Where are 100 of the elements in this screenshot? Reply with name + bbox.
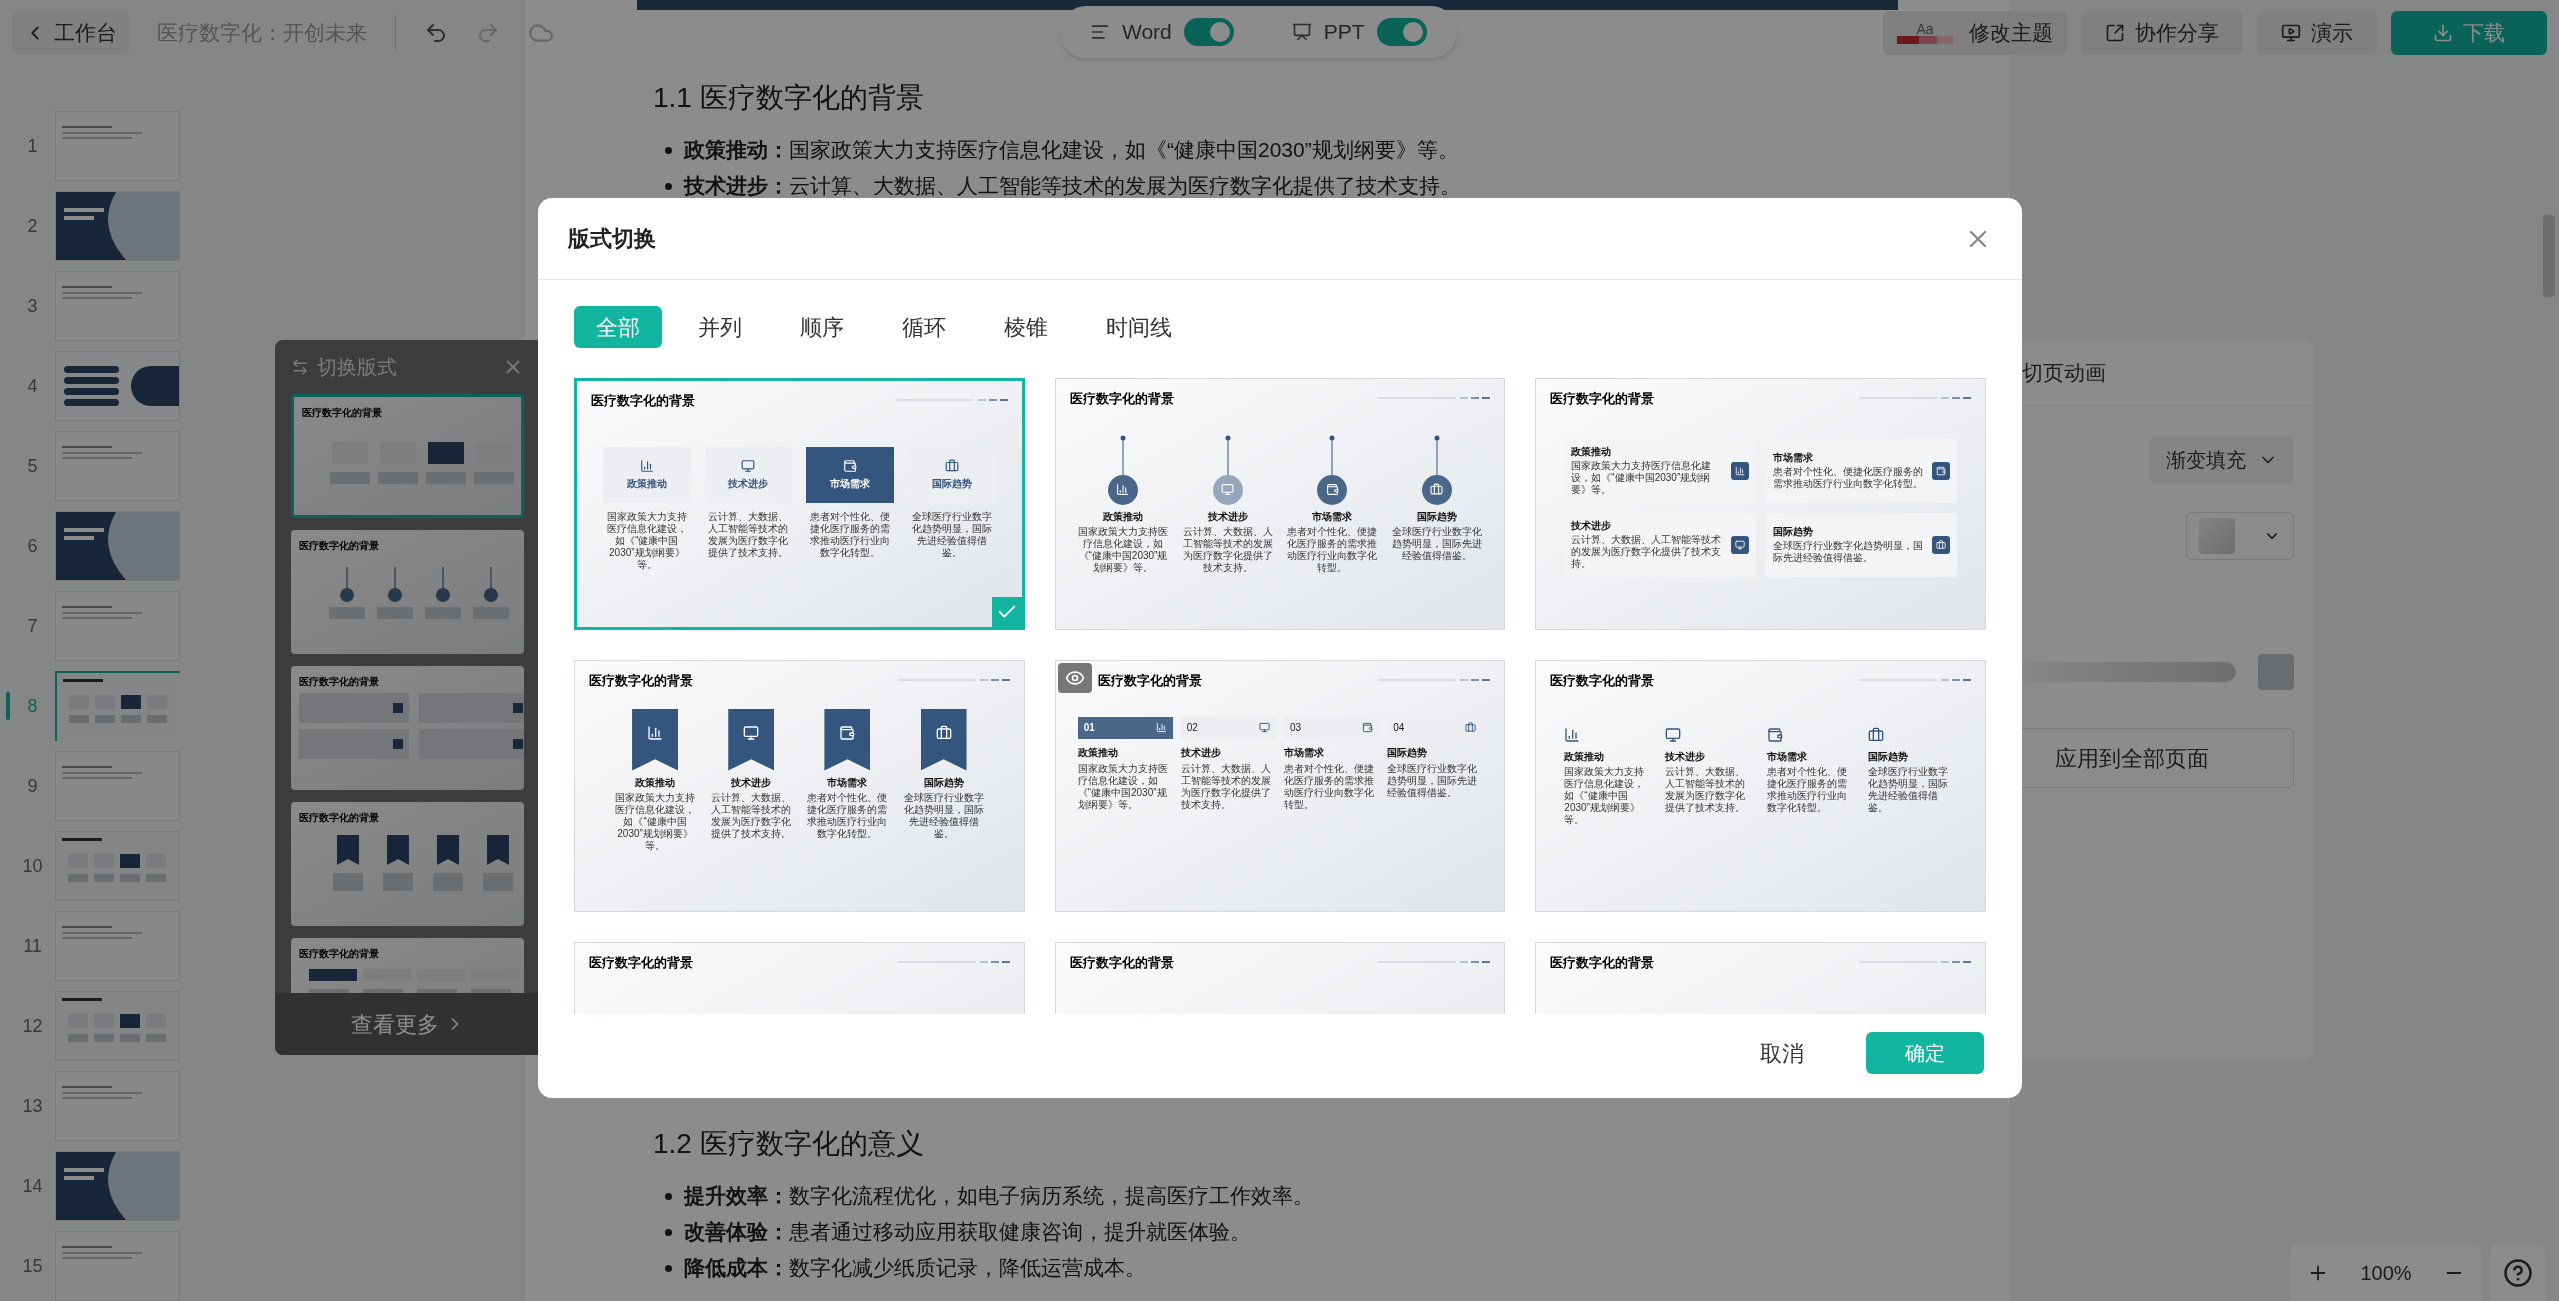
item-label: 政策推动 xyxy=(1077,746,1119,759)
slide-title: 医疗数字化的背景 xyxy=(299,947,380,961)
toggle-switch[interactable] xyxy=(1376,18,1427,46)
slide-number: 13 xyxy=(21,1094,44,1118)
document-icon xyxy=(1090,22,1110,42)
layout-option[interactable]: 医疗数字化的背景 政策推动 国家政策大力支持医疗信息化建设，如《“健康中国2030”规划纲要》等。 技术进步 云计算、大数据、人工智能等技术的发展为医疗数字化提供了技术支持。 市场需求 患者对个性化、便捷化医疗服务的需求推动医疗行业向数字化转型。 国际趋势 全球医疗行业数字化趋势明显，国际先进经验值得借鉴。 xyxy=(574,660,1025,912)
briefcase-icon xyxy=(944,459,959,473)
check-icon xyxy=(991,597,1022,627)
layout-option[interactable]: 医疗数字化的背景 01 政策推动 国家政策大力支持医疗信息化建设，如《“健康中国2030”规划纲要》等。 02 技术进步 云计算、大数据、人工智能等技术的发展为医疗数字化提供了技术支持。 03 市场需求 患者对个性化、便捷化医疗服务的需求推动医疗行业向数字化转型。 04 国际趋势 全球医疗行业数字化趋势明显，国际先进经验值得借鉴。 xyxy=(1054,660,1506,912)
wallet-icon xyxy=(843,459,858,473)
eye-icon[interactable] xyxy=(1057,663,1092,693)
slide-title: 医疗数字化的背景 xyxy=(589,954,693,972)
item-description: 患者对个性化、便捷化医疗服务的需求推动医疗行业向数字化转型。 xyxy=(1284,762,1375,811)
slide-title: 医疗数字化的背景 xyxy=(302,406,383,420)
item-description: 全球医疗行业数字化趋势明显，国际先进经验值得借鉴。 xyxy=(903,791,984,840)
item-label: 技术进步 xyxy=(728,478,769,490)
item-description: 全球医疗行业数字化趋势明显，国际先进经验值得借鉴。 xyxy=(1387,762,1479,799)
item-description: 云计算、大数据、人工智能等技术的发展为医疗数字化提供了技术支持。 xyxy=(1665,765,1747,814)
item-label: 技术进步 xyxy=(1571,519,1613,532)
pin-line-drawing xyxy=(1224,434,1231,475)
item-description: 全球医疗行业数字化趋势明显，国际先进经验值得借鉴。 xyxy=(1867,765,1949,814)
cancel-button[interactable]: 取消 xyxy=(1738,1032,1826,1074)
layout-option[interactable]: 医疗数字化的背景 xyxy=(574,942,1025,1014)
slides-icon xyxy=(1291,22,1312,42)
wallet-icon xyxy=(839,724,856,741)
filter-tab[interactable]: 顺序 xyxy=(778,306,866,348)
item-label: 政策推动 xyxy=(1571,445,1613,458)
download-icon xyxy=(2433,23,2453,43)
briefcase-icon xyxy=(1465,722,1477,733)
toolbar-button[interactable]: 协作分享 xyxy=(2081,11,2243,55)
slide-number: 9 xyxy=(26,774,39,798)
zoom-level: 100% xyxy=(2360,1261,2412,1286)
item-number: 01 xyxy=(1083,721,1095,735)
back-button[interactable]: 工作台 xyxy=(12,11,129,55)
layout-thumbnail[interactable]: 医疗数字化的背景 xyxy=(291,394,524,518)
slide-number: 4 xyxy=(26,374,39,398)
slide-number: 2 xyxy=(26,214,39,238)
item-description: 云计算、大数据、人工智能等技术的发展为医疗数字化提供了技术支持。 xyxy=(1571,533,1723,570)
slide-title: 医疗数字化的背景 xyxy=(1550,672,1655,690)
layout-thumbnail[interactable]: 医疗数字化的背景 xyxy=(291,530,524,654)
item-description: 患者对个性化、便捷化医疗服务的需求推动医疗行业向数字化转型。 xyxy=(1772,465,1924,490)
color-swatch xyxy=(2199,518,2235,554)
item-description: 患者对个性化、便捷化医疗服务的需求推动医疗行业向数字化转型。 xyxy=(1766,765,1848,814)
slide-number: 7 xyxy=(26,614,39,638)
item-label: 国际趋势 xyxy=(1417,510,1457,523)
layout-option[interactable]: 医疗数字化的背景 xyxy=(1054,942,1506,1014)
view-more-button[interactable]: 查看更多 xyxy=(275,993,540,1055)
bullet-text: 降低成本：数字化减少纸质记录，降低运营成本。 xyxy=(684,1255,1146,1282)
chart-icon xyxy=(647,724,664,741)
item-label: 市场需求 xyxy=(1312,510,1353,523)
filter-tab[interactable]: 棱锥 xyxy=(982,306,1070,348)
item-label: 国际趋势 xyxy=(931,478,972,490)
monitor-icon xyxy=(1665,726,1682,743)
mode-label: PPT xyxy=(1323,19,1365,46)
item-label: 政策推动 xyxy=(626,478,667,490)
item-label: 市场需求 xyxy=(827,776,868,789)
toggle-switch[interactable] xyxy=(1183,18,1234,46)
item-label: 技术进步 xyxy=(1180,746,1222,759)
layout-option[interactable]: 医疗数字化的背景 政策推动 国家政策大力支持医疗信息化建设，如《“健康中国2030”规划纲要》等。 技术进步 云计算、大数据、人工智能等技术的发展为医疗数字化提供了技术支持。 市场需求 患者对个性化、便捷化医疗服务的需求推动医疗行业向数字化转型。 国际趋势 全球医疗行业数字化趋势明显，国际先进经验值得借鉴。 xyxy=(1535,660,1986,912)
slide-number: 12 xyxy=(21,1014,44,1038)
item-label: 国际趋势 xyxy=(1867,750,1908,763)
layout-option[interactable]: 医疗数字化的背景 xyxy=(1535,942,1986,1014)
layout-thumbnail[interactable]: 医疗数字化的背景 xyxy=(291,938,524,993)
layout-thumbnail[interactable]: 医疗数字化的背景 xyxy=(291,802,524,926)
toolbar-button[interactable]: 演示 xyxy=(2257,11,2377,55)
item-description: 国家政策大力支持医疗信息化建设，如《“健康中国2030”规划纲要》等。 xyxy=(1571,459,1713,496)
item-description: 全球医疗行业数字化趋势明显，国际先进经验值得借鉴。 xyxy=(1772,539,1924,564)
undo-icon[interactable] xyxy=(424,21,448,45)
item-label: 市场需求 xyxy=(1772,451,1814,464)
briefcase-icon xyxy=(1867,726,1884,743)
wallet-icon xyxy=(1936,465,1946,476)
color-swatch[interactable] xyxy=(2258,654,2294,690)
color-dropdown[interactable] xyxy=(2186,512,2294,560)
panel-title: 切换版式 xyxy=(317,355,397,380)
layout-option[interactable]: 医疗数字化的背景 政策推动 国家政策大力支持医疗信息化建设，如《“健康中国2030”规划纲要》等。 市场需求 患者对个性化、便捷化医疗服务的需求推动医疗行业向数字化转型。 技术进步 云计算、大数据、人工智能等技术的发展为医疗数字化提供了技术支持。 国际趋势 全球医疗行业数字化趋势明显，国际先进经验值得借鉴。 xyxy=(1535,378,1986,630)
help-button[interactable] xyxy=(2491,1245,2545,1301)
slide-title: 医疗数字化的背景 xyxy=(591,392,695,410)
pin-line-drawing xyxy=(1434,434,1440,475)
redo-icon[interactable] xyxy=(476,21,500,45)
layout-option[interactable]: 医疗数字化的背景 政策推动 国家政策大力支持医疗信息化建设，如《“健康中国2030”规划纲要》等。 技术进步 云计算、大数据、人工智能等技术的发展为医疗数字化提供了技术支持。 市场需求 患者对个性化、便捷化医疗服务的需求推动医疗行业向数字化转型。 国际趋势 全球医疗行业数字化趋势明显，国际先进经验值得借鉴。 xyxy=(1054,378,1506,630)
filter-tab[interactable]: 循环 xyxy=(880,306,968,348)
monitor-icon xyxy=(1221,483,1235,496)
bullet-text: 改善体验：患者通过移动应用获取健康咨询，提升就医体验。 xyxy=(684,1219,1251,1246)
filter-tab[interactable]: 时间线 xyxy=(1084,306,1194,348)
chart-icon xyxy=(1116,483,1130,496)
filter-tab[interactable]: 并列 xyxy=(676,306,764,348)
slide-number: 14 xyxy=(21,1174,44,1198)
monitor-icon xyxy=(1259,722,1270,733)
item-description: 全球医疗行业数字化趋势明显，国际先进经验值得借鉴。 xyxy=(910,510,993,559)
bullet-text: 政策推动：国家政策大力支持医疗信息化建设，如《“健康中国2030”规划纲要》等。 xyxy=(684,137,1459,164)
fill-type-dropdown[interactable]: 渐变填充 xyxy=(2150,436,2294,484)
layout-thumbnail[interactable]: 医疗数字化的背景 xyxy=(291,666,524,790)
item-description: 国家政策大力支持医疗信息化建设，如《“健康中国2030”规划纲要》等。 xyxy=(1564,765,1646,826)
presentation-icon xyxy=(2281,23,2301,43)
layout-option[interactable]: 医疗数字化的背景 政策推动 国家政策大力支持医疗信息化建设，如《“健康中国2030”规划纲要》等。 技术进步 云计算、大数据、人工智能等技术的发展为医疗数字化提供了技术支持。 市场需求 患者对个性化、便捷化医疗服务的需求推动医疗行业向数字化转型。 国际趋势 全球医疗行业数字化趋势明显，国际先进经验值得借鉴。 xyxy=(574,378,1025,630)
bullet-text: 技术进步：云计算、大数据、人工智能等技术的发展为医疗数字化提供了技术支持。 xyxy=(684,173,1461,200)
wallet-icon xyxy=(1362,722,1374,733)
theme-button[interactable]: Aa 修改主题 xyxy=(1883,11,2067,55)
theme-swatch-text: Aa xyxy=(1915,22,1935,36)
share-icon xyxy=(2105,23,2125,43)
